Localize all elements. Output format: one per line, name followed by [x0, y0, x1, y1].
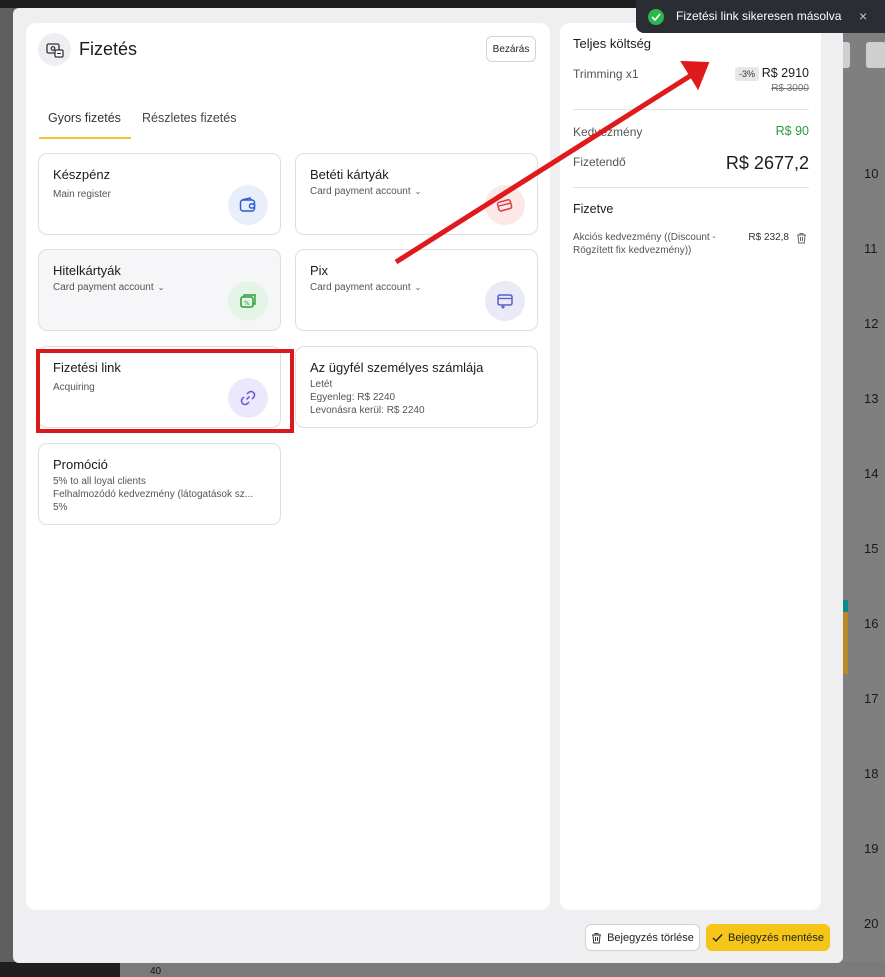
discount-value: R$ 90 [775, 124, 809, 138]
save-entry-button[interactable]: Bejegyzés mentése [706, 924, 830, 951]
payment-method-subtitle: Main register [53, 189, 111, 200]
pix-icon [485, 281, 525, 321]
payment-method-title: Készpénz [53, 167, 111, 182]
tab-detailed-payment[interactable]: Részletes fizetés [142, 111, 236, 125]
calendar-hour: 16 [864, 616, 879, 631]
calendar-hour: 12 [864, 316, 879, 331]
delete-entry-label: Bejegyzés törlése [607, 931, 694, 944]
toast-message: Fizetési link sikeresen másolva [676, 9, 842, 23]
close-icon[interactable]: × [859, 8, 867, 24]
payment-method-personal-account[interactable]: Az ügyfél személyes számlája Letét Egyen… [295, 346, 538, 428]
close-button[interactable]: Bezárás [486, 36, 536, 62]
active-tab-indicator [39, 137, 131, 139]
payment-method-credit-cards[interactable]: Hitelkártyák Card payment account ⌄ % [38, 249, 281, 331]
chevron-down-icon: ⌄ [157, 283, 165, 292]
paid-item-description: Akciós kedvezmény ((Discount - Rögzített… [573, 232, 716, 256]
chevron-down-icon: ⌄ [414, 187, 422, 196]
summary-divider [573, 187, 809, 188]
delete-entry-button[interactable]: Bejegyzés törlése [585, 924, 700, 951]
cash-register-icon [38, 33, 71, 66]
payment-method-title: Az ügyfél személyes számlája [310, 360, 484, 375]
payment-method-account-dropdown[interactable]: Card payment account ⌄ [53, 281, 164, 294]
payment-method-title: Betéti kártyák [310, 167, 389, 182]
check-circle-icon [648, 9, 664, 25]
tab-quick-payment[interactable]: Gyors fizetés [48, 111, 121, 125]
payment-method-line: Letét [310, 379, 333, 390]
calendar-hour: 17 [864, 691, 879, 706]
chevron-down-icon: ⌄ [414, 283, 422, 292]
payment-method-subtitle: Card payment account [310, 282, 411, 293]
payment-method-line: Felhalmozódó kedvezmény (látogatások sz.… [53, 489, 254, 500]
card-icon [485, 185, 525, 225]
payable-label: Fizetendő [573, 155, 626, 169]
credit-card-icon: % [228, 281, 268, 321]
payment-method-subtitle: Card payment account [53, 282, 154, 293]
payment-method-title: Hitelkártyák [53, 263, 121, 278]
payment-method-cash[interactable]: Készpénz Main register [38, 153, 281, 235]
discount-badge: -3% [735, 67, 760, 81]
payment-method-subtitle: Card payment account [310, 186, 411, 197]
wallet-icon [228, 185, 268, 225]
calendar-hour: 20 [864, 916, 879, 931]
payment-method-line: Egyenleg: R$ 2240 [310, 392, 396, 403]
svg-text:%: % [244, 300, 250, 307]
trash-icon[interactable] [796, 231, 807, 249]
payment-method-title: Pix [310, 263, 329, 278]
background-bottom-number: 40 [150, 966, 162, 977]
summary-item-price: R$ 2910 [761, 66, 809, 80]
check-icon [712, 933, 723, 942]
payment-method-debit-cards[interactable]: Betéti kártyák Card payment account ⌄ [295, 153, 538, 235]
summary-item-old-price: R$ 3000 [771, 83, 809, 94]
toast-notification: Fizetési link sikeresen másolva × [636, 0, 885, 33]
payment-method-line: 5% to all loyal clients [53, 476, 146, 487]
payment-method-title: Promóció [53, 457, 108, 472]
payable-value: R$ 2677,2 [725, 153, 809, 173]
calendar-hour: 13 [864, 391, 879, 406]
background-bottom-dark [0, 962, 120, 977]
paid-item-amount: R$ 232,8 [748, 232, 789, 243]
payment-method-promotion[interactable]: Promóció 5% to all loyal clients Felhalm… [38, 443, 281, 525]
discount-label: Kedvezmény [573, 125, 643, 139]
calendar-hour: 19 [864, 841, 879, 856]
payment-method-account-dropdown[interactable]: Card payment account ⌄ [310, 281, 421, 294]
save-entry-label: Bejegyzés mentése [728, 931, 824, 944]
background-bottom-bar [0, 962, 885, 977]
annotation-highlight-box [36, 349, 294, 433]
payment-method-line: 5% [53, 502, 68, 513]
background-calendar-hours: 10 11 12 13 14 15 16 17 18 19 20 [842, 0, 885, 977]
page-title: Fizetés [79, 39, 138, 59]
calendar-hour: 10 [864, 166, 879, 181]
calendar-hour: 11 [864, 241, 878, 256]
summary-title: Teljes költség [573, 36, 652, 51]
payment-method-line: Levonásra kerül: R$ 2240 [310, 405, 425, 416]
summary-divider [573, 109, 809, 110]
payment-method-pix[interactable]: Pix Card payment account ⌄ [295, 249, 538, 331]
summary-item-name: Trimming x1 [573, 67, 639, 81]
trash-icon [592, 932, 602, 943]
payment-method-account-dropdown[interactable]: Card payment account ⌄ [310, 185, 421, 198]
calendar-hour: 15 [864, 541, 879, 556]
calendar-hour: 18 [864, 766, 879, 781]
paid-title: Fizetve [573, 202, 614, 216]
calendar-hour: 14 [864, 466, 879, 481]
